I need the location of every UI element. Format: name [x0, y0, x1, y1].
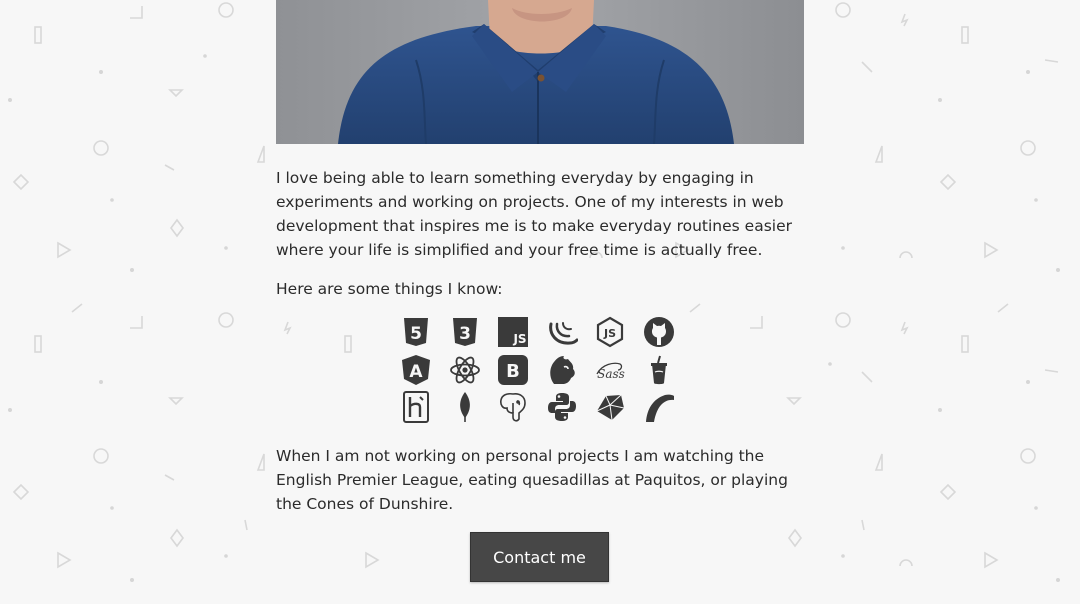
css3-icon: 3 [449, 316, 481, 348]
svg-text:A: A [409, 362, 423, 382]
svg-text:3: 3 [459, 324, 471, 344]
rails-icon [643, 391, 675, 423]
about-section: I love being able to learn something eve… [276, 0, 804, 582]
javascript-icon: JS [497, 316, 529, 348]
profile-photo [276, 0, 804, 144]
svg-text:Sass: Sass [597, 367, 625, 381]
mongodb-icon [449, 391, 481, 423]
skills-grid: 5 3 JS JS A B Sass [400, 316, 690, 429]
ruby-icon [594, 391, 626, 423]
svg-text:JS: JS [512, 332, 526, 346]
skills-intro: Here are some things I know: [276, 280, 503, 298]
contact-me-button[interactable]: Contact me [470, 532, 609, 582]
sass-icon: Sass [594, 354, 626, 386]
bootstrap-icon: B [497, 354, 529, 386]
nodejs-icon: JS [594, 316, 626, 348]
svg-text:JS: JS [603, 327, 616, 340]
react-icon [449, 354, 481, 386]
svg-text:B: B [506, 361, 520, 382]
profile-photo-image [276, 0, 804, 144]
intro-paragraph: I love being able to learn something eve… [276, 169, 792, 259]
postgresql-icon [497, 391, 529, 423]
html5-icon: 5 [400, 316, 432, 348]
svg-text:5: 5 [410, 324, 422, 344]
python-icon [546, 391, 578, 423]
github-icon [643, 316, 675, 348]
hobbies-paragraph: When I am not working on personal projec… [276, 447, 788, 513]
heroku-icon [400, 391, 432, 423]
grunt-icon [546, 354, 578, 386]
gulp-icon [643, 354, 675, 386]
jquery-icon [546, 316, 578, 348]
angular-icon: A [400, 354, 432, 386]
